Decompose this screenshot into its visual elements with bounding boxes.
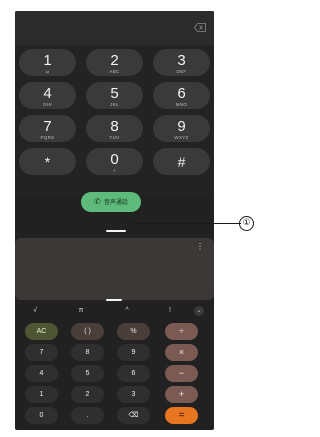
callout-leader-line [131,223,241,224]
key-letters: DEF [176,69,187,74]
key-digit: 0 [110,151,119,168]
key-letters: TUV [109,135,120,140]
key-letters: ABC [109,69,120,74]
dial-key-9[interactable]: 9 WXYZ [153,115,210,142]
calc-key-6[interactable]: 6 [117,365,150,382]
dial-key-8[interactable]: 8 TUV [86,115,143,142]
dial-key-star[interactable]: * [19,148,76,175]
key-digit: # [177,154,186,170]
key-digit: 8 [110,118,119,135]
key-digit: 9 [177,118,186,135]
key-digit: 3 [177,52,186,69]
backspace-icon[interactable]: ⌫ [117,407,150,424]
decimal-point-button[interactable]: . [71,407,104,424]
key-digit: 1 [43,52,52,69]
calc-key-5[interactable]: 5 [71,365,104,382]
key-letters: + [113,168,116,173]
dialer-panel: 1 ω 2 ABC 3 DEF 4 GHI 5 JKL 6 MNO 7 PQRS… [15,11,214,194]
voice-call-label: 音声通話 [103,200,128,206]
dial-key-0[interactable]: 0 + [86,148,143,175]
scientific-keys-row: √ π ^ ! ⌄ [15,304,214,318]
callout-number: ① [239,216,254,231]
multiply-button[interactable]: × [165,344,198,361]
parentheses-button[interactable]: ( ) [71,323,104,340]
dial-key-5[interactable]: 5 JKL [86,82,143,109]
key-letters: WXYZ [174,135,189,140]
phone-screen: 1 ω 2 ABC 3 DEF 4 GHI 5 JKL 6 MNO 7 PQRS… [15,11,214,430]
key-digit: 4 [43,85,52,102]
dial-key-3[interactable]: 3 DEF [153,49,210,76]
key-digit: 6 [177,85,186,102]
sqrt-key[interactable]: √ [25,304,45,318]
calc-key-3[interactable]: 3 [117,386,150,403]
calc-key-9[interactable]: 9 [117,344,150,361]
key-digit: 2 [110,52,119,69]
equals-button[interactable]: = [165,407,198,424]
calc-key-4[interactable]: 4 [25,365,58,382]
dial-key-1[interactable]: 1 ω [19,49,76,76]
pi-key[interactable]: π [71,304,91,318]
percent-button[interactable]: % [117,323,150,340]
calc-key-2[interactable]: 2 [71,386,104,403]
key-letters: GHI [43,102,52,107]
clear-button[interactable]: AC [25,323,58,340]
key-letters: MNO [175,102,188,107]
factorial-key[interactable]: ! [160,304,180,318]
calc-key-0[interactable]: 0 [25,407,58,424]
phone-icon: ✆ [94,197,101,206]
calculator-drag-handle[interactable] [106,299,122,301]
voice-call-button[interactable]: ✆ 音声通話 [81,192,141,212]
calculator-display: ⋮ [15,238,214,300]
dial-key-hash[interactable]: # [153,148,210,175]
plus-button[interactable]: + [165,386,198,403]
backspace-icon[interactable] [194,23,206,32]
voicemail-icon: ω [45,69,50,74]
key-digit: * [44,154,51,170]
dial-key-4[interactable]: 4 GHI [19,82,76,109]
calc-key-8[interactable]: 8 [71,344,104,361]
minus-button[interactable]: − [165,365,198,382]
key-letters: JKL [110,102,119,107]
calc-key-7[interactable]: 7 [25,344,58,361]
dial-key-7[interactable]: 7 PQRS [19,115,76,142]
key-digit: 5 [110,85,119,102]
divide-button[interactable]: ÷ [165,323,198,340]
dial-key-6[interactable]: 6 MNO [153,82,210,109]
dial-number-display[interactable] [15,11,214,45]
chevron-down-icon[interactable]: ⌄ [194,306,204,316]
split-screen-divider-handle[interactable] [106,230,126,232]
dial-key-2[interactable]: 2 ABC [86,49,143,76]
key-letters: PQRS [40,135,55,140]
key-digit: 7 [43,118,52,135]
power-key[interactable]: ^ [117,304,137,318]
more-vert-icon[interactable]: ⋮ [196,243,204,251]
calc-key-1[interactable]: 1 [25,386,58,403]
